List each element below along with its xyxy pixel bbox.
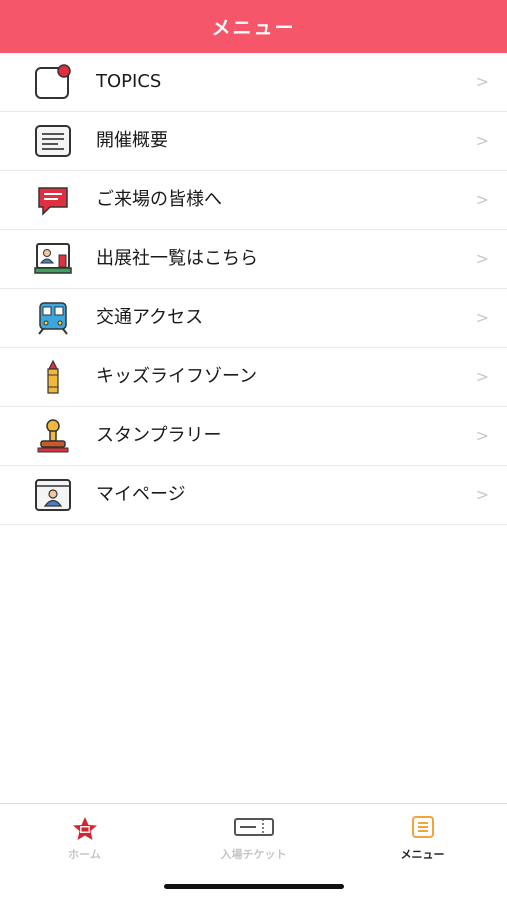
menu-list-icon <box>411 816 435 842</box>
topics-notification-icon <box>34 64 72 100</box>
chevron-right-icon: > <box>475 190 489 209</box>
tab-label: ホーム <box>68 848 101 861</box>
menu-item-overview[interactable]: 開催概要 > <box>0 112 507 171</box>
tab-label: 入場チケット <box>220 848 287 861</box>
menu-item-label: 開催概要 <box>96 130 168 151</box>
chevron-right-icon: > <box>475 367 489 386</box>
chevron-right-icon: > <box>475 426 489 445</box>
menu-item-visitors[interactable]: ご来場の皆様へ > <box>0 171 507 230</box>
chevron-right-icon: > <box>475 308 489 327</box>
menu-item-label: TOPICS <box>96 71 162 92</box>
stamp-icon <box>34 418 72 454</box>
tab-label: メニュー <box>400 848 445 861</box>
page-title: メニュー <box>211 17 296 39</box>
menu-item-kids-zone[interactable]: キッズライフゾーン > <box>0 348 507 407</box>
tab-home[interactable]: ホーム <box>0 804 169 874</box>
menu-item-label: 交通アクセス <box>96 307 204 328</box>
chevron-right-icon: > <box>475 72 489 91</box>
menu-item-label: キッズライフゾーン <box>96 366 258 387</box>
menu-item-access[interactable]: 交通アクセス > <box>0 289 507 348</box>
tab-menu[interactable]: メニュー <box>338 804 507 874</box>
menu-item-label: マイページ <box>96 484 186 505</box>
menu-item-mypage[interactable]: マイページ > <box>0 466 507 525</box>
crayon-icon <box>34 359 72 395</box>
document-list-icon <box>34 123 72 159</box>
ticket-icon <box>233 816 274 842</box>
chevron-right-icon: > <box>475 485 489 504</box>
header-bar: メニュー <box>0 0 507 53</box>
home-logo-icon <box>71 816 99 846</box>
home-indicator <box>164 884 344 889</box>
menu-item-topics[interactable]: TOPICS > <box>0 53 507 112</box>
menu-item-exhibitors[interactable]: 出展社一覧はこちら > <box>0 230 507 289</box>
menu-item-label: ご来場の皆様へ <box>96 189 222 210</box>
menu-item-label: スタンプラリー <box>96 425 222 446</box>
menu-list: TOPICS > 開催概要 > ご来場の皆様へ > 出展社一覧はこちら > 交通… <box>0 53 507 525</box>
menu-item-stamp-rally[interactable]: スタンプラリー > <box>0 407 507 466</box>
tab-ticket[interactable]: 入場チケット <box>169 804 338 874</box>
menu-item-label: 出展社一覧はこちら <box>96 248 258 269</box>
exhibitor-board-icon <box>34 241 72 277</box>
speech-bubble-icon <box>34 182 72 218</box>
chevron-right-icon: > <box>475 131 489 150</box>
user-profile-icon <box>34 477 72 513</box>
train-icon <box>34 300 72 336</box>
chevron-right-icon: > <box>475 249 489 268</box>
